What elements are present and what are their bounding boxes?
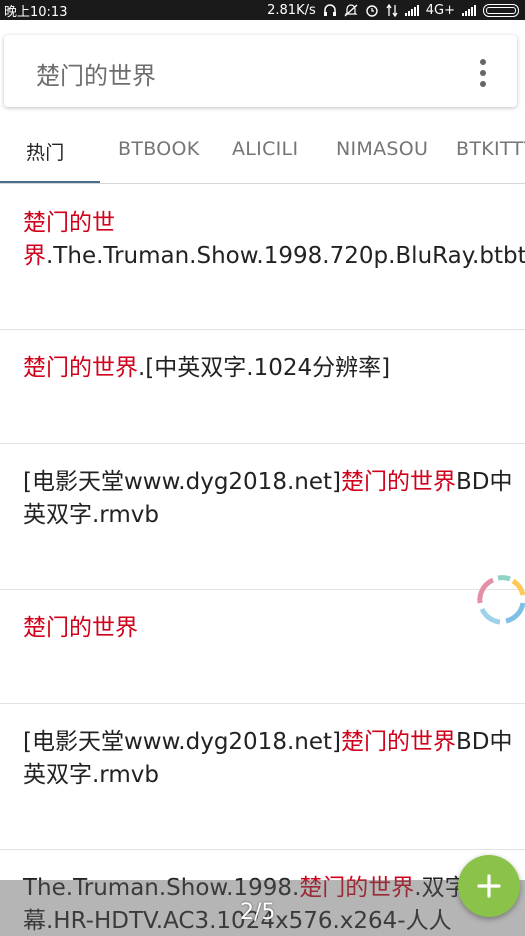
result-title: 楚门的世界.[中英双字.1024分辨率] [23,355,391,381]
mute-icon [344,3,358,16]
search-query[interactable]: 楚门的世界 [36,56,156,91]
search-bar[interactable]: 楚门的世界 [4,35,517,107]
page-indicator: 2/5 [240,900,276,925]
status-bar: 晚上10:13 2.81K/s 4G+ [0,0,525,20]
result-title: 楚门的世界.The.Truman.Show.1998.720p.BluRay.b… [23,210,525,269]
result-item[interactable]: 楚门的世界 [0,590,525,704]
result-item[interactable]: 楚门的世界.The.Truman.Show.1998.720p.BluRay.b… [0,185,525,330]
tab-alicili[interactable]: ALICILI [232,138,298,160]
result-item[interactable]: [电影天堂www.dyg2018.net]楚门的世界BD中英双字.rmvb [0,704,525,850]
signal-icon [404,4,419,16]
tab-indicator [0,181,100,183]
data-transfer-icon [386,3,398,17]
tab-btbook[interactable]: BTBOOK [118,138,200,160]
plus-icon [477,874,501,898]
result-item[interactable]: [电影天堂www.dyg2018.net]楚门的世界BD中英双字.rmvb [0,444,525,590]
more-vert-icon[interactable] [479,59,487,87]
result-title: [电影天堂www.dyg2018.net]楚门的世界BD中英双字.rmvb [23,469,513,528]
tab-nimasou[interactable]: NIMASOU [336,138,428,160]
tab-btkitty[interactable]: BTKITTY [456,138,525,160]
result-title: [电影天堂www.dyg2018.net]楚门的世界BD中英双字.rmvb [23,729,513,788]
network-type: 4G+ [425,2,455,18]
alarm-icon [366,5,378,17]
source-tabs: 热门 BTBOOK ALICILI NIMASOU BTKITTY [0,116,525,184]
headset-icon [323,3,336,16]
add-fab-button[interactable] [458,855,520,917]
status-time: 晚上10:13 [4,4,68,20]
tab-hot[interactable]: 热门 [26,138,65,165]
result-item[interactable]: 楚门的世界.[中英双字.1024分辨率] [0,330,525,444]
status-icons: 2.81K/s 4G+ [267,3,519,18]
net-speed: 2.81K/s [267,2,316,18]
loading-ring-icon [477,575,525,625]
signal-icon-2 [462,4,476,16]
battery-icon [483,3,519,17]
result-title: 楚门的世界 [23,615,138,641]
